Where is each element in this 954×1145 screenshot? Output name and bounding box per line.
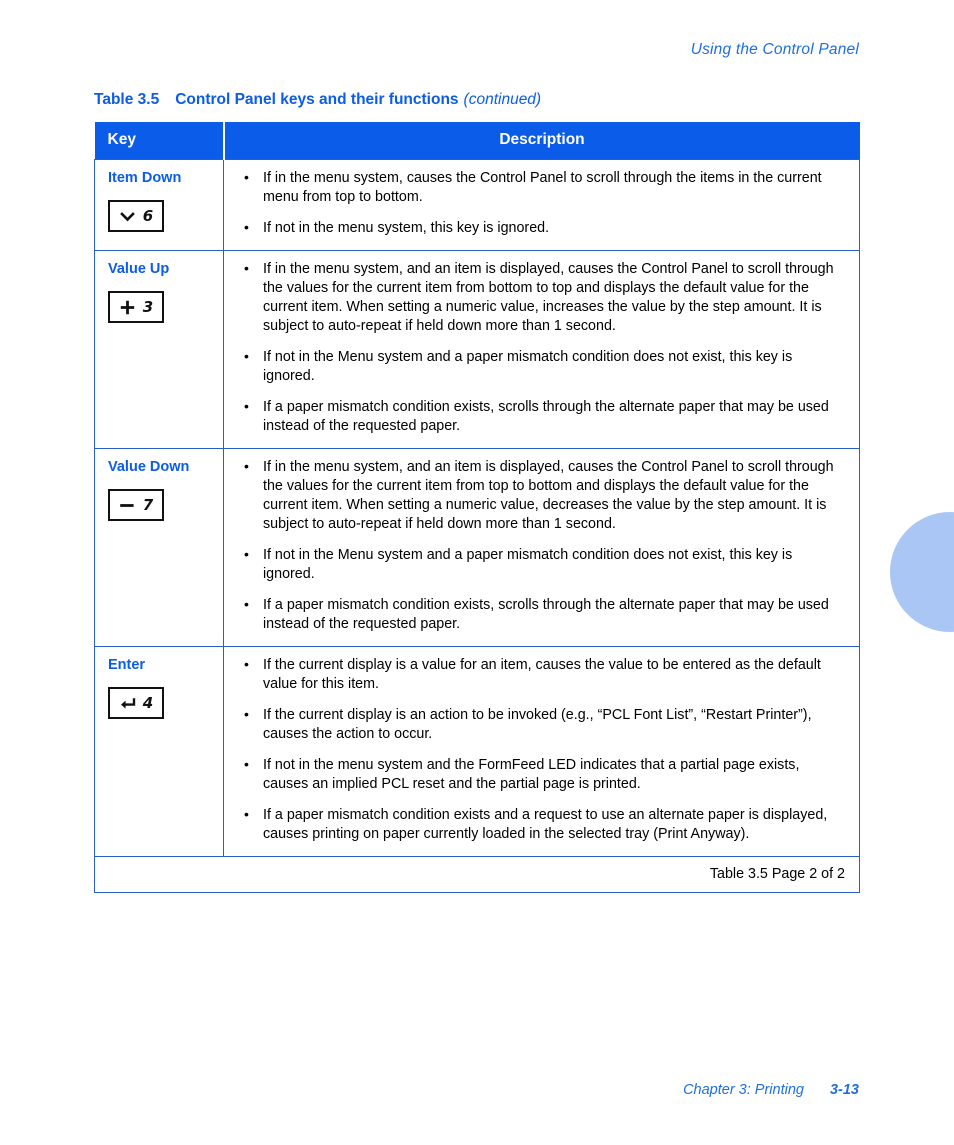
plus-icon xyxy=(119,299,136,316)
table-header: Key Description xyxy=(94,122,860,160)
key-label: Enter xyxy=(108,657,146,673)
column-header-key: Key xyxy=(94,122,225,160)
list-item: If not in the menu system, this key is i… xyxy=(242,218,841,238)
key-label: Value Down xyxy=(108,459,190,475)
key-cell: Value Up 3 xyxy=(94,250,224,449)
table-footer-row: Table 3.5 Page 2 of 2 xyxy=(94,856,860,893)
control-panel-keys-table: Key Description Item Down 6 If in xyxy=(94,122,860,893)
minus-icon xyxy=(119,497,136,514)
list-item: If a paper mismatch condition exists, sc… xyxy=(242,595,841,634)
key-button-graphic: 4 xyxy=(108,687,164,720)
key-button-graphic: 7 xyxy=(108,489,164,522)
table-footer-label: Table 3.5 Page 2 of 2 xyxy=(94,856,860,893)
list-item: If not in the menu system and the FormFe… xyxy=(242,755,841,794)
description-bullet-list: If the current display is a value for an… xyxy=(242,655,841,844)
page-footer: Chapter 3: Printing 3-13 xyxy=(683,1082,859,1098)
key-label: Value Up xyxy=(108,261,170,277)
thumb-tab-marker xyxy=(890,512,954,632)
enter-return-icon xyxy=(119,695,136,712)
key-cell: Value Down 7 xyxy=(94,448,224,647)
list-item: If a paper mismatch condition exists, sc… xyxy=(242,397,841,436)
description-bullet-list: If in the menu system, causes the Contro… xyxy=(242,168,841,238)
list-item: If in the menu system, and an item is di… xyxy=(242,457,841,534)
footer-chapter-label: Chapter 3: Printing xyxy=(683,1082,804,1098)
list-item: If a paper mismatch condition exists and… xyxy=(242,805,841,844)
chevron-down-icon xyxy=(119,208,136,225)
key-cell: Item Down 6 xyxy=(94,159,224,251)
key-number: 6 xyxy=(142,206,154,225)
footer-page-number: 3-13 xyxy=(829,1082,859,1098)
table-row: Value Down 7 If in the menu system, and … xyxy=(94,448,860,647)
description-cell: If in the menu system, causes the Contro… xyxy=(223,159,860,251)
table-header-row: Key Description xyxy=(94,122,860,160)
table-caption: Table 3.5 Control Panel keys and their fu… xyxy=(94,91,541,109)
table-row: Enter 4 If the current display is a valu… xyxy=(94,646,860,857)
list-item: If in the menu system, and an item is di… xyxy=(242,259,841,336)
description-cell: If in the menu system, and an item is di… xyxy=(223,250,860,449)
description-cell: If in the menu system, and an item is di… xyxy=(223,448,860,647)
table-body: Item Down 6 If in the menu system, cause… xyxy=(94,159,860,893)
key-button-graphic: 6 xyxy=(108,200,164,233)
description-bullet-list: If in the menu system, and an item is di… xyxy=(242,259,841,436)
key-button-graphic: 3 xyxy=(108,291,164,324)
table-row: Item Down 6 If in the menu system, cause… xyxy=(94,159,860,251)
table-caption-title: Control Panel keys and their functions xyxy=(175,91,459,108)
list-item: If the current display is an action to b… xyxy=(242,705,841,744)
key-cell: Enter 4 xyxy=(94,646,224,857)
list-item: If not in the Menu system and a paper mi… xyxy=(242,545,841,584)
key-number: 3 xyxy=(142,297,154,316)
key-label: Item Down xyxy=(108,170,182,186)
key-number: 7 xyxy=(142,495,154,514)
list-item: If not in the Menu system and a paper mi… xyxy=(242,347,841,386)
list-item: If the current display is a value for an… xyxy=(242,655,841,694)
column-header-description: Description xyxy=(223,122,860,160)
description-bullet-list: If in the menu system, and an item is di… xyxy=(242,457,841,634)
list-item: If in the menu system, causes the Contro… xyxy=(242,168,841,207)
table-caption-continued: (continued) xyxy=(463,91,542,108)
table-caption-number: Table 3.5 xyxy=(94,91,160,108)
description-cell: If the current display is a value for an… xyxy=(223,646,860,857)
table-row: Value Up 3 If in the menu system, and an… xyxy=(94,250,860,449)
running-header: Using the Control Panel xyxy=(690,41,859,58)
key-number: 4 xyxy=(142,693,154,712)
